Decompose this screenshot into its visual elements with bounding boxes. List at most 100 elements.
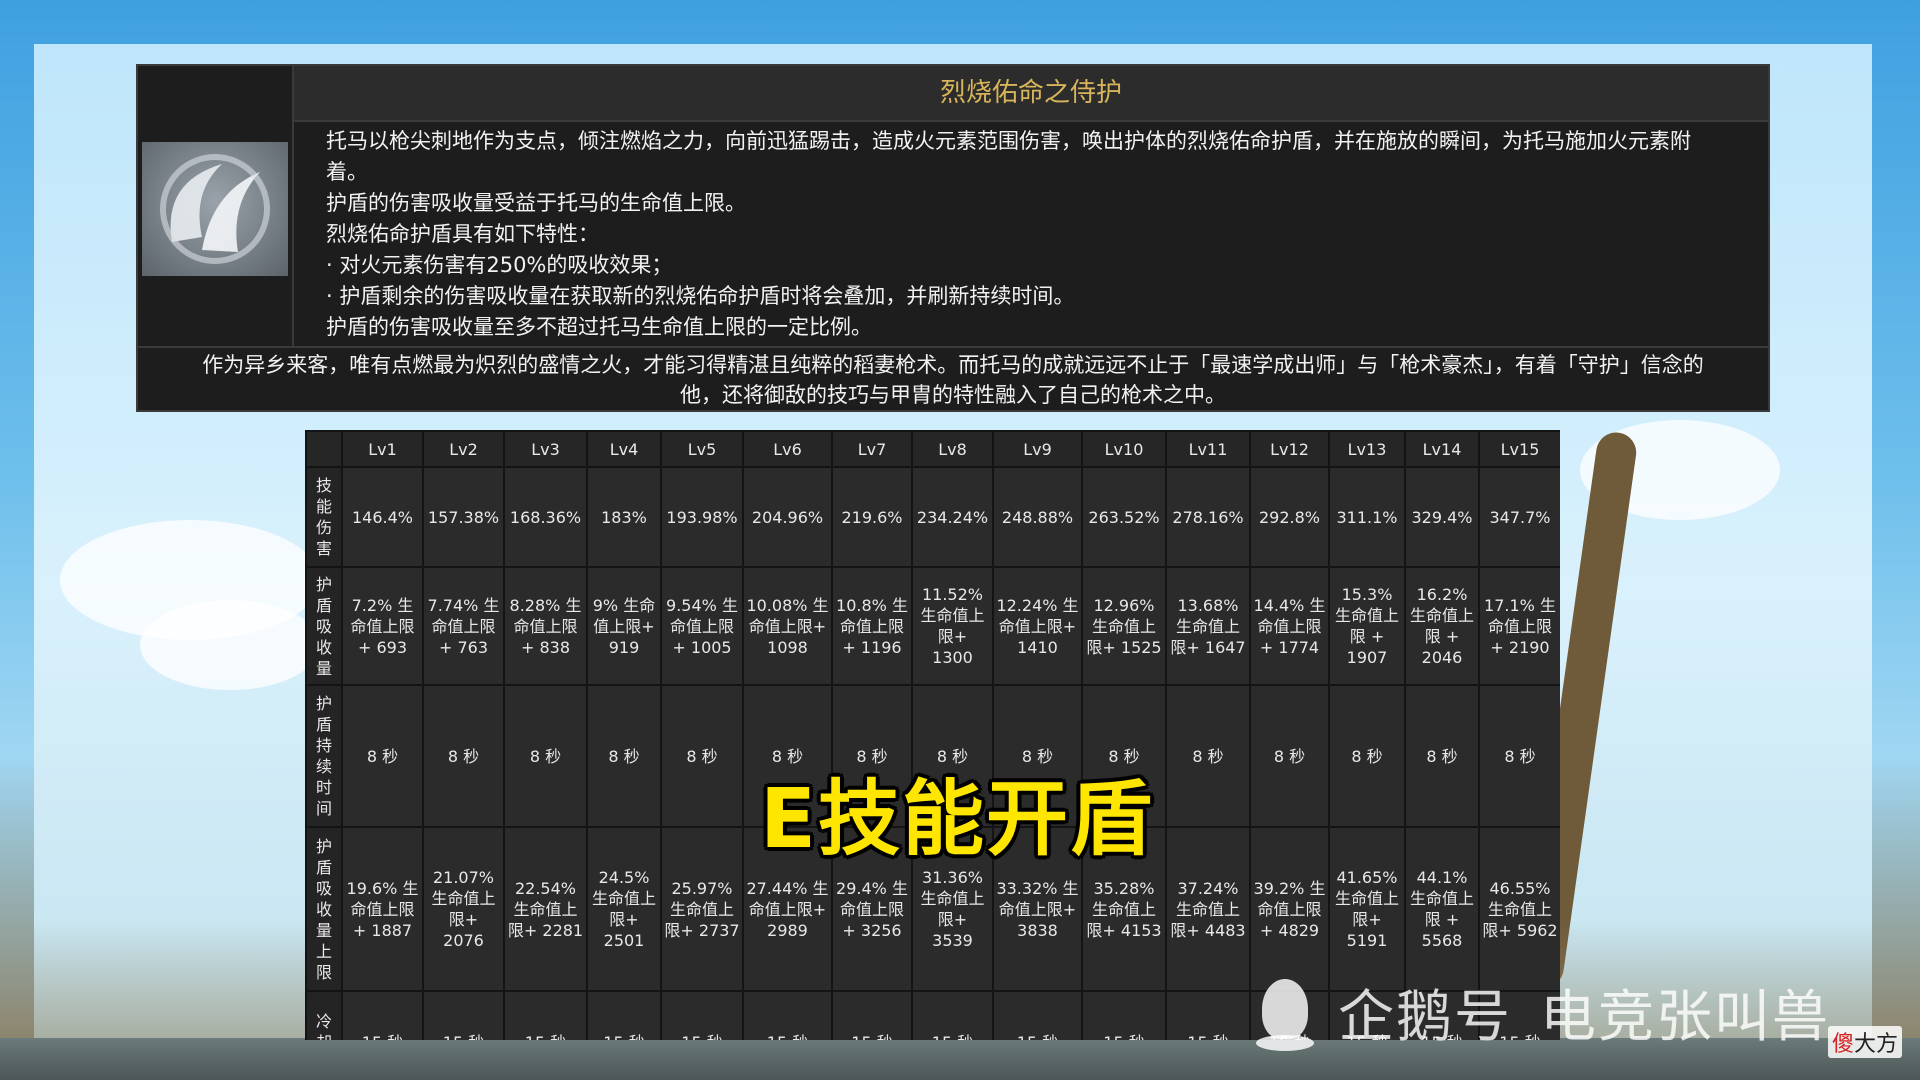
row-label-char: 冷 [316,1011,333,1031]
table-cell: 8 秒 [341,684,424,828]
table-cell: 8.28% 生命值上限+ 838 [503,566,588,686]
cell-value: 234.24% [916,507,989,527]
cell-value: 292.8% [1258,507,1320,527]
table-cell: 37.24% 生命值上限+ 4483 [1165,826,1251,992]
shield-absorption-row: 护盾吸收量 7.2% 生命值上限 + 693 7.74% 生命值上限+ 763 8.2… [305,566,1560,686]
cell-value: 278.16% [1172,507,1244,527]
skill-lore: 作为异乡来客，唯有点燃最为炽烈的盛情之火，才能习得精湛且纯粹的稻妻枪术。而托马的… [138,346,1768,412]
description-line: · 护盾剩余的伤害吸收量在获取新的烈烧佑命护盾时将会叠加，并刷新持续时间。 [326,284,1075,308]
penguin-logo-icon [1256,975,1314,1051]
cell-value: 8 秒 [1426,746,1458,766]
row-label-char: 量 [316,920,333,940]
table-cell: 347.7% [1478,466,1560,568]
table-cell: 292.8% [1249,466,1330,568]
row-label: 冷却时 [305,990,343,1041]
video-caption: E技能开盾 [760,772,1155,867]
row-label-char: 续 [316,757,333,776]
table-cell: 7.2% 生命值上限 + 693 [341,566,424,686]
table-cell: 15 秒 [1165,990,1251,1040]
watermark: 企鹅号 电竞张叫兽 [1256,972,1830,1053]
cell-value: 15 秒 [994,1032,1081,1041]
description-line: · 对火元素伤害有250%的吸收效果； [326,253,673,277]
description-line: 护盾的伤害吸收量受益于托马的生命值上限。 [326,191,746,215]
cell-value: 15 秒 [662,1032,742,1041]
level-header: Lv9 [992,430,1083,468]
lore-line: 他，还将御敌的技巧与甲胄的特性融入了自己的枪术之中。 [680,383,1226,407]
row-label-char: 量 [316,658,333,678]
cell-value: 329.4% [1411,507,1473,527]
cell-value: 44.1% 生命值上限 + 5568 [1409,868,1474,950]
level-header: Lv7 [831,430,913,468]
cell-value: 24.5% 生命值上限+ 2501 [591,868,656,950]
cell-value: 8 秒 [529,746,562,766]
table-cell: 311.1% [1328,466,1406,568]
row-label-char: 却 [316,1032,332,1041]
cell-value: 39.2% 生命值上限 + 4829 [1253,878,1326,940]
cell-value: 27.44% 生命值上限+ 2989 [746,878,829,940]
corner-badge-text: 大方 [1853,1032,1898,1057]
skill-panel: 烈烧佑命之侍护 托马以枪尖刺地作为支点，倾注燃焰之力，向前迅猛踢击，造成火元素范… [136,64,1770,412]
table-cell: 219.6% [831,466,913,568]
cell-value: 15 秒 [913,1032,992,1041]
table-cell: 25.97% 生命值上限+ 2737 [660,826,744,992]
row-label-char: 收 [316,637,333,657]
cell-value: 15 秒 [1083,1032,1165,1041]
cell-value: 21.07% 生命值上限+ 2076 [431,868,496,950]
table-cell: 146.4% [341,466,424,568]
cell-value: 9.54% 生命值上限+ 1005 [666,595,738,657]
cell-value: 10.08% 生命值上限+ 1098 [746,595,829,657]
cell-value: 146.4% [351,507,413,527]
cell-value: 8 秒 [1351,746,1383,766]
cell-value: 12.96% 生命值上限+ 1525 [1086,595,1162,657]
table-cell: 14.4% 生命值上限 + 1774 [1249,566,1330,686]
table-cell: 204.96% [742,466,833,568]
level-header: Lv14 [1404,430,1480,468]
cell-value: 263.52% [1088,507,1160,527]
row-label-char: 伤 [316,518,333,537]
table-cell: 15 秒 [660,990,744,1041]
row-label: 技能伤害 [305,466,343,568]
table-cell: 234.24% [911,466,994,568]
table-cell: 11.52% 生命值上限+ 1300 [911,566,994,686]
level-header: Lv5 [660,430,744,468]
cell-value: 183% [601,507,647,527]
cell-value: 12.24% 生命值上限+ 1410 [996,595,1079,657]
row-label-char: 间 [316,799,333,818]
row-label: 护盾吸收量上限 [305,826,343,992]
table-cell: 263.52% [1081,466,1167,568]
description-line: 着。 [326,160,368,184]
corner-badge-char: 傻 [1831,1032,1854,1057]
row-label-char: 持 [316,736,333,755]
cell-value: 46.55% 生命值上限+ 5962 [1482,878,1558,940]
table-cell: 15 秒 [422,990,505,1041]
table-cell: 8 秒 [1165,684,1251,828]
table-cell: 9% 生命值上限+ 919 [586,566,662,686]
table-cell: 248.88% [992,466,1083,568]
table-cell: 19.6% 生命值上限 + 1887 [341,826,424,992]
table-cell: 15 秒 [503,990,588,1040]
cell-value: 8 秒 [447,746,480,766]
description-line: 护盾的伤害吸收量至多不超过托马生命值上限的一定比例。 [326,315,872,339]
cloud-decoration [140,600,320,690]
cell-value: 33.32% 生命值上限+ 3838 [996,878,1079,940]
cell-value: 7.2% 生命值上限 + 693 [350,595,415,657]
level-header: Lv2 [422,430,505,468]
cell-value: 29.4% 生命值上限 + 3256 [836,878,908,940]
table-cell: 12.96% 生命值上限+ 1525 [1081,566,1167,686]
table-cell: 15.3% 生命值上限 + 1907 [1328,566,1406,686]
table-cell: 329.4% [1404,466,1480,568]
watermark-platform: 企鹅号 [1338,985,1512,1050]
cell-value: 15 秒 [833,1032,911,1041]
row-label-char: 害 [316,539,333,558]
table-cell: 10.08% 生命值上限+ 1098 [742,566,833,686]
table-cell: 15 秒 [992,990,1083,1041]
cell-value: 15 秒 [424,1032,503,1041]
cell-value: 204.96% [751,507,824,527]
cell-value: 16.2% 生命值上限 + 2046 [1409,585,1474,667]
description-line: 托马以枪尖刺地作为支点，倾注燃焰之力，向前迅猛踢击，造成火元素范围伤害，唤出护体… [326,129,1691,153]
cell-value: 311.1% [1336,507,1398,527]
cell-value: 13.68% 生命值上限+ 1647 [1170,595,1246,657]
cell-value: 8 秒 [686,746,718,766]
table-cell: 8 秒 [660,684,744,828]
table-cell: 16.2% 生命值上限 + 2046 [1404,566,1480,686]
